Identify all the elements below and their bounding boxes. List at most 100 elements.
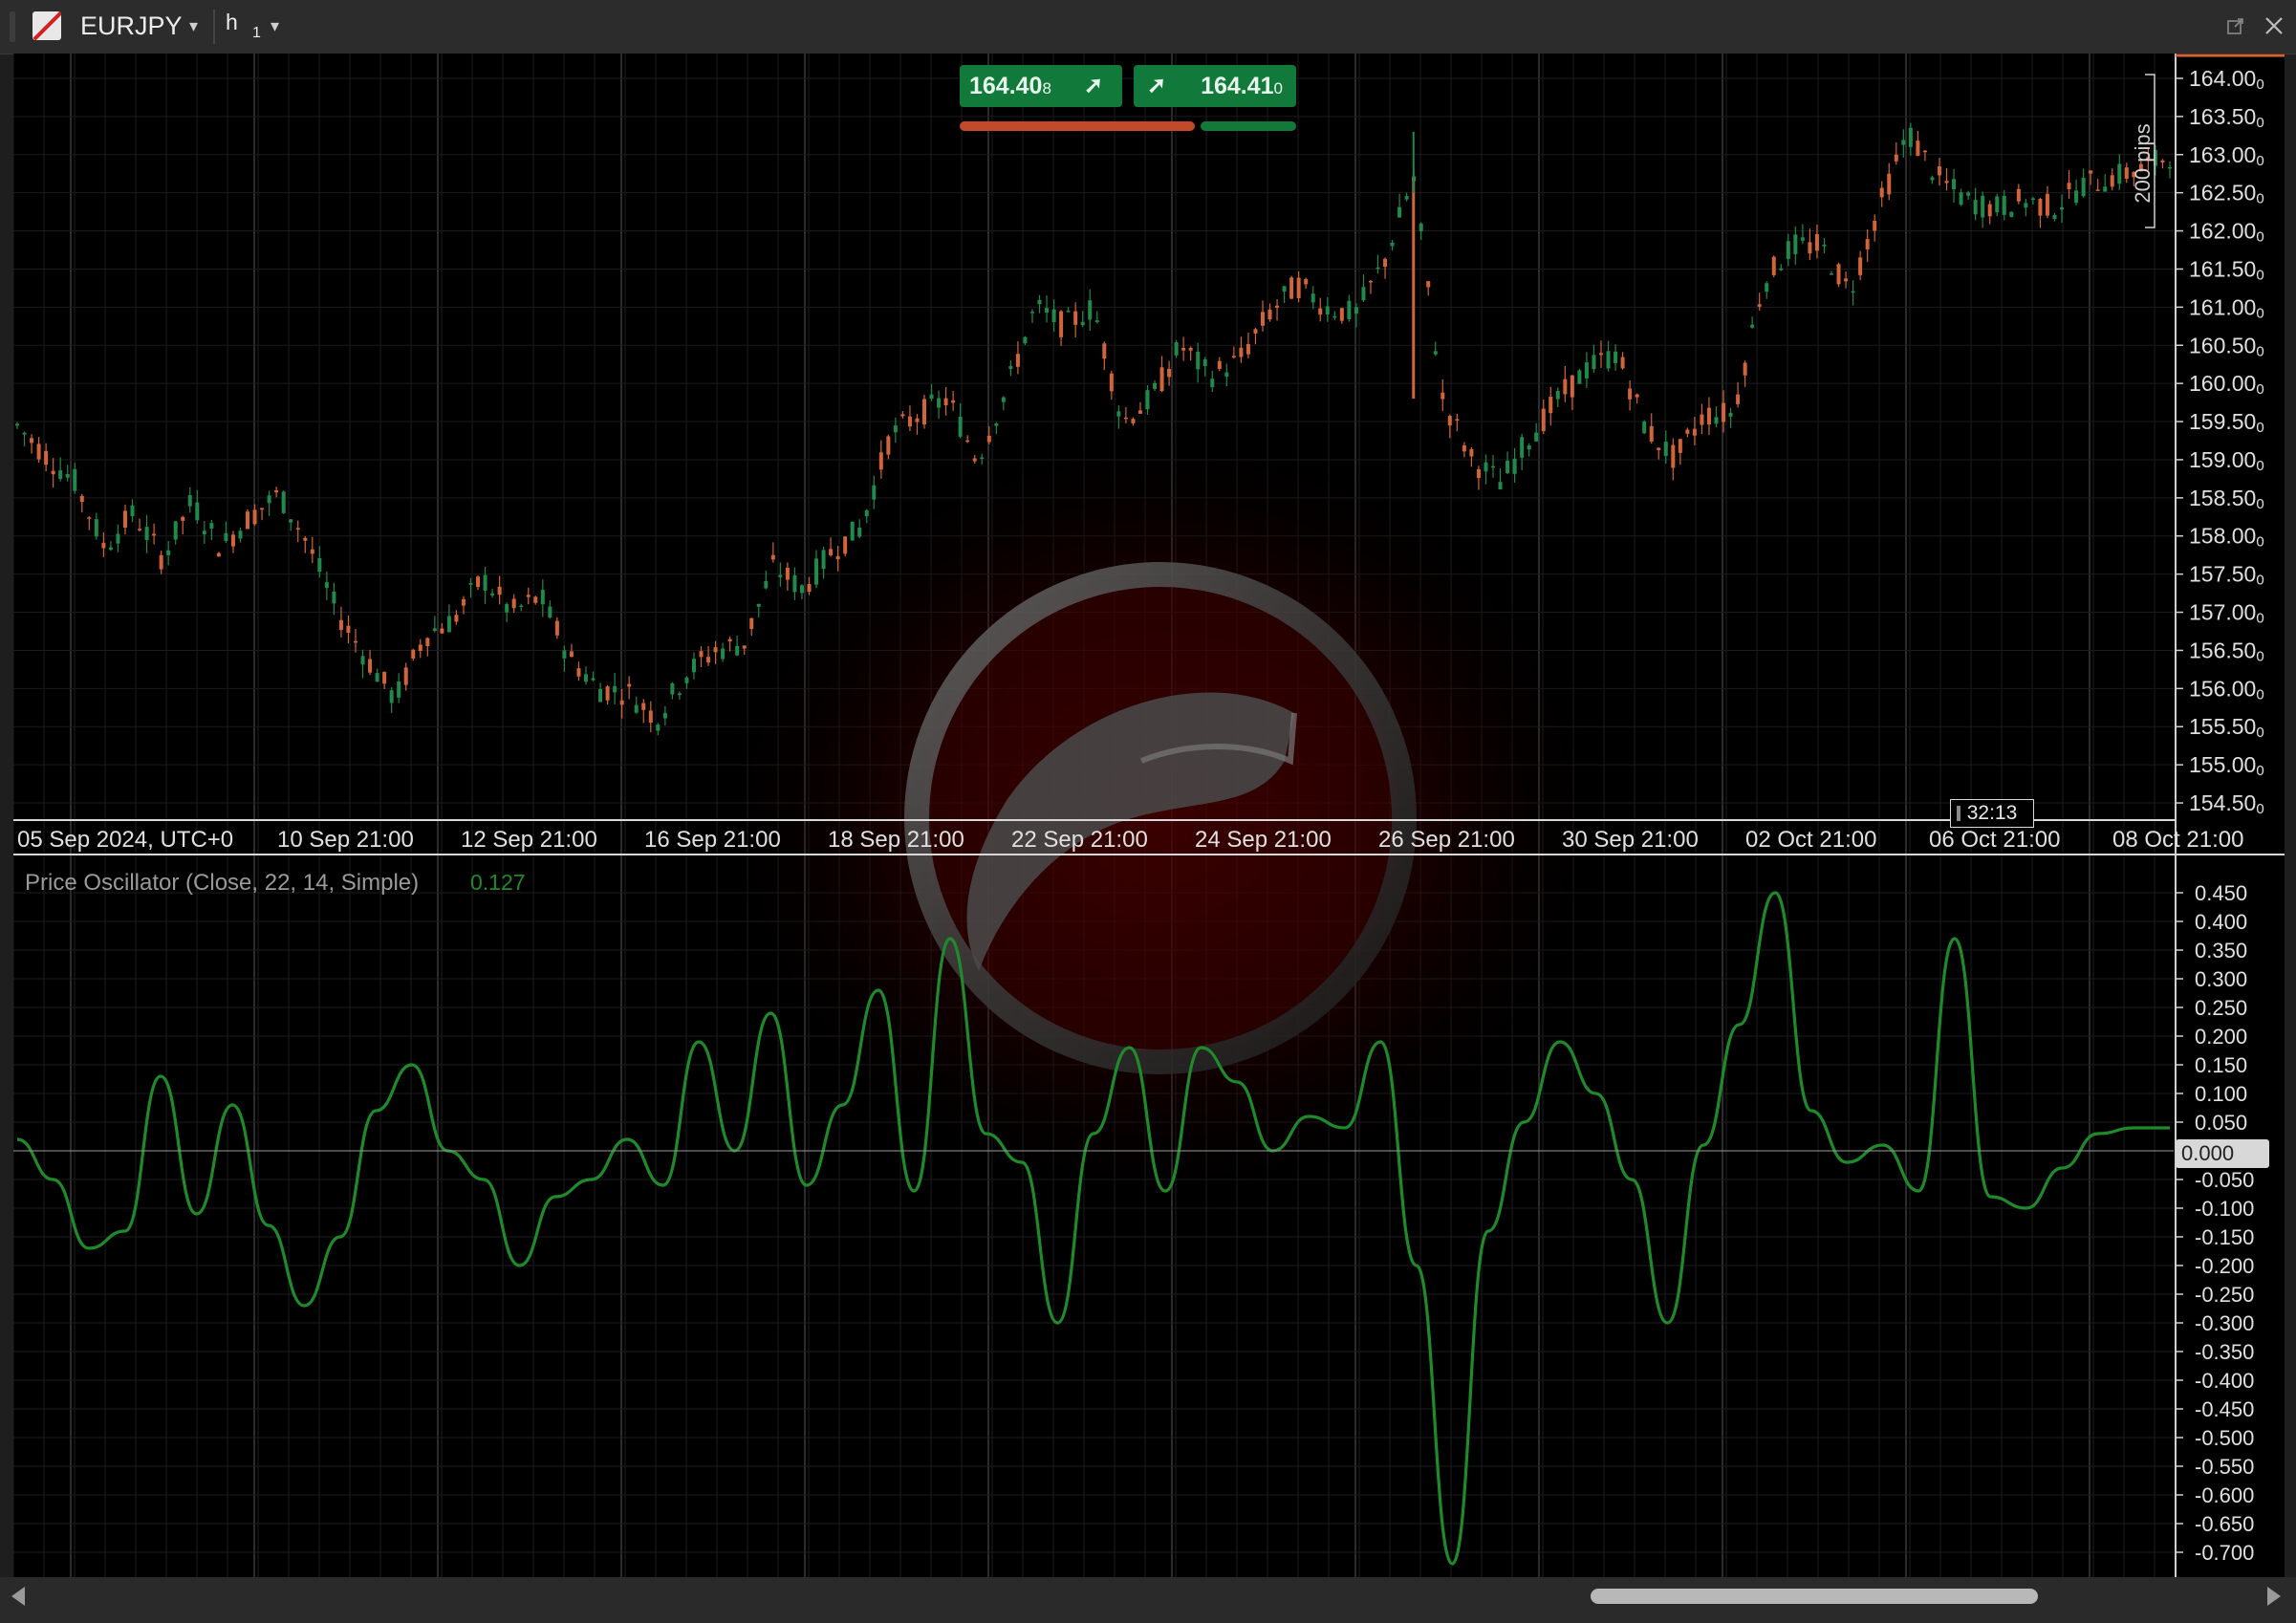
candle-body bbox=[526, 595, 531, 597]
candle-body bbox=[1879, 187, 1884, 198]
candle-body bbox=[1440, 392, 1445, 400]
candle-body bbox=[1361, 287, 1366, 301]
time-axis-label: 06 Oct 21:00 bbox=[1929, 827, 2060, 853]
candle-body bbox=[1894, 154, 1898, 162]
candle-body bbox=[2045, 193, 2049, 216]
candle-body bbox=[511, 598, 516, 609]
scroll-right-arrow-icon[interactable] bbox=[2267, 1587, 2281, 1606]
chart-canvas[interactable]: 164.000 163.500 163.000 162.500 162.000 161.5… bbox=[13, 54, 2285, 1577]
oscillator-axis-label: -0.150 bbox=[2195, 1225, 2254, 1249]
candle-body bbox=[1404, 196, 1409, 200]
candle-body bbox=[540, 590, 545, 605]
candle-body bbox=[1844, 278, 1849, 282]
candle-body bbox=[857, 527, 862, 537]
price-axis-label: 158.000 bbox=[2189, 524, 2264, 551]
candle-body bbox=[1455, 419, 1460, 422]
time-axis-label: 10 Sep 21:00 bbox=[277, 827, 414, 853]
candle-body bbox=[1534, 432, 1539, 442]
candle-body bbox=[2081, 177, 2086, 197]
candle-body bbox=[706, 657, 711, 663]
oscillator-axis-label: -0.250 bbox=[2195, 1283, 2254, 1307]
candle-body bbox=[73, 468, 77, 491]
candle-body bbox=[1981, 195, 1985, 218]
drag-handle[interactable] bbox=[10, 11, 15, 42]
bid-price: 164.40 bbox=[969, 73, 1043, 99]
candle-body bbox=[1433, 351, 1438, 355]
candle-body bbox=[1167, 368, 1172, 378]
candle-body bbox=[1678, 439, 1682, 453]
candle-body bbox=[2089, 170, 2093, 174]
candle-body bbox=[929, 394, 934, 400]
candle-body bbox=[799, 585, 804, 594]
candle-body bbox=[1858, 257, 1863, 275]
price-axis-label: 159.000 bbox=[2189, 447, 2264, 474]
price-axis-label: 159.500 bbox=[2189, 409, 2264, 436]
candle-body bbox=[454, 615, 459, 622]
price-axis-label-subscript: 0 bbox=[2256, 648, 2264, 664]
candle-body bbox=[1419, 223, 1423, 232]
symbol-selector[interactable]: EURJPY bbox=[80, 11, 183, 41]
candle-body bbox=[216, 552, 221, 557]
candle-body bbox=[1217, 360, 1222, 369]
candle-body bbox=[742, 645, 747, 649]
candle-body bbox=[1635, 394, 1639, 398]
candle-body bbox=[1512, 458, 1517, 474]
price-axis-label: 154.500 bbox=[2189, 790, 2264, 817]
detach-window-icon[interactable] bbox=[2227, 17, 2244, 34]
candle-body bbox=[662, 712, 667, 719]
candle-body bbox=[476, 576, 481, 588]
candle-body bbox=[1952, 179, 1957, 189]
timeframe-selector[interactable]: h bbox=[226, 10, 238, 35]
scroll-left-arrow-icon[interactable] bbox=[11, 1587, 25, 1606]
chart-area[interactable]: 164.000 163.500 163.000 162.500 162.000 161.5… bbox=[13, 54, 2285, 1577]
price-axis-label-subscript: 0 bbox=[2256, 267, 2264, 283]
horizontal-scrollbar[interactable] bbox=[0, 1577, 2296, 1623]
broker-logo-watermark bbox=[702, 417, 1619, 1220]
candle-body bbox=[1606, 351, 1611, 369]
candle-body bbox=[317, 558, 322, 573]
candle-body bbox=[1239, 347, 1244, 357]
candle-countdown-timer: 32:13 bbox=[1950, 799, 2034, 828]
oscillator-axis-label: -0.100 bbox=[2195, 1197, 2254, 1221]
oscillator-axis-label: -0.500 bbox=[2195, 1426, 2254, 1450]
candle-body bbox=[900, 414, 905, 417]
candle-body bbox=[1570, 375, 1574, 398]
price-axis-label-subscript: 0 bbox=[2256, 611, 2264, 627]
candle-body bbox=[1094, 320, 1099, 322]
oscillator-axis-label: -0.700 bbox=[2195, 1541, 2254, 1565]
candle-body bbox=[230, 534, 235, 547]
time-axis-label: 18 Sep 21:00 bbox=[828, 827, 964, 853]
close-window-icon[interactable] bbox=[2264, 15, 2285, 36]
candle-body bbox=[829, 549, 834, 555]
oscillator-current-badge: 0.000 bbox=[2176, 1139, 2269, 1168]
candle-body bbox=[519, 605, 524, 607]
candle-body bbox=[1620, 357, 1625, 369]
candle-body bbox=[224, 532, 228, 542]
candle-body bbox=[238, 530, 243, 539]
candle-body bbox=[598, 688, 603, 703]
candle-body bbox=[2074, 190, 2079, 204]
candle-body bbox=[79, 496, 84, 503]
buy-quote-button[interactable]: ➚ 164.410 bbox=[1134, 65, 1296, 107]
candle-body bbox=[821, 550, 826, 570]
candle-body bbox=[411, 649, 416, 659]
candle-body bbox=[152, 533, 157, 536]
candle-body bbox=[2052, 215, 2057, 220]
timeframe-dropdown-chevron-icon[interactable]: ▾ bbox=[271, 16, 279, 36]
candle-body bbox=[468, 583, 473, 585]
oscillator-axis-label: 0.250 bbox=[2195, 996, 2247, 1020]
candle-body bbox=[1786, 241, 1790, 259]
candle-body bbox=[1814, 233, 1819, 251]
candle-body bbox=[87, 517, 92, 519]
sell-quote-button[interactable]: 164.408 ➚ bbox=[960, 65, 1122, 107]
oscillator-axis-label: 0.350 bbox=[2195, 939, 2247, 963]
candle-body bbox=[980, 457, 985, 459]
candle-body bbox=[691, 659, 696, 673]
candle-body bbox=[497, 586, 502, 595]
candle-body bbox=[1541, 408, 1546, 431]
symbol-dropdown-chevron-icon[interactable]: ▾ bbox=[189, 16, 198, 36]
candle-body bbox=[1830, 273, 1834, 275]
candle-body bbox=[1800, 237, 1805, 241]
candle-body bbox=[195, 502, 200, 521]
scrollbar-thumb[interactable] bbox=[1591, 1589, 2038, 1604]
